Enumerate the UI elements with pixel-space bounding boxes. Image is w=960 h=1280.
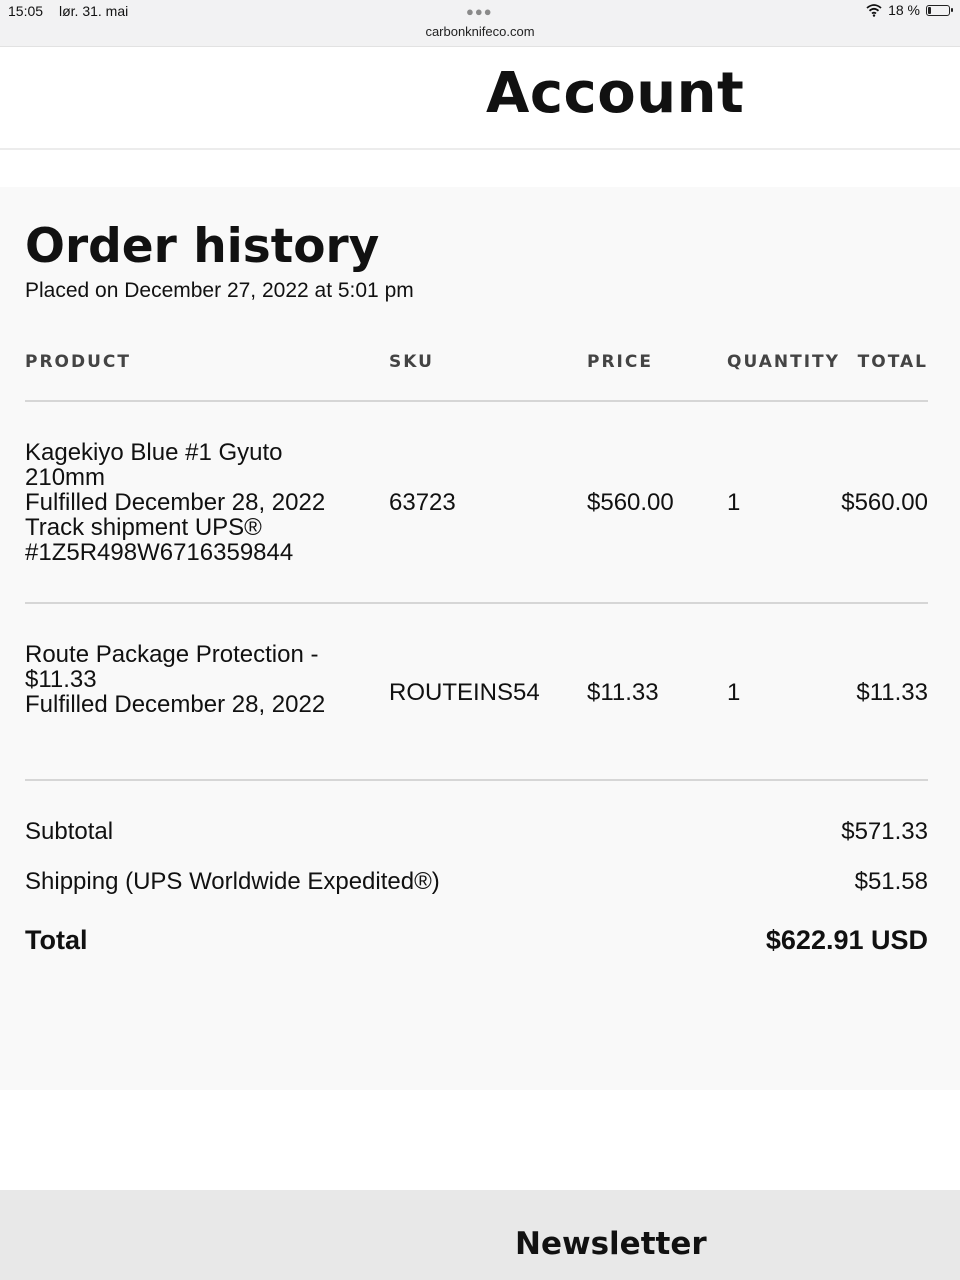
order-placed-date: Placed on December 27, 2022 at 5:01 pm bbox=[25, 279, 414, 302]
page-title: Account bbox=[486, 61, 745, 126]
table-divider bbox=[25, 779, 928, 781]
col-header-total: TOTAL bbox=[857, 352, 928, 372]
battery-level bbox=[928, 6, 931, 14]
fulfillment-status: Fulfilled December 28, 2022 bbox=[25, 691, 326, 718]
status-bar: 15:05 lør. 31. mai ●●● carbonknifeco.com… bbox=[0, 0, 960, 47]
subtotal-label: Subtotal bbox=[25, 818, 114, 845]
more-dots-icon[interactable]: ●●● bbox=[466, 4, 493, 19]
table-divider bbox=[25, 602, 928, 604]
subtotal-value: $571.33 bbox=[841, 818, 928, 845]
price-cell: $11.33 bbox=[587, 679, 659, 706]
shipping-value: $51.58 bbox=[854, 868, 928, 895]
table-divider bbox=[25, 400, 928, 402]
wifi-icon bbox=[866, 4, 882, 17]
battery-icon bbox=[926, 4, 953, 16]
status-indicators: 18 % bbox=[866, 2, 953, 18]
total-value: $622.91 USD bbox=[765, 925, 928, 955]
product-cell: Kagekiyo Blue #1 Gyuto 210mm Fulfilled D… bbox=[25, 440, 355, 565]
col-header-sku: SKU bbox=[389, 352, 434, 372]
product-cell: Route Package Protection - $11.33 Fulfil… bbox=[25, 642, 355, 717]
sku-cell: 63723 bbox=[389, 489, 456, 516]
shipping-label: Shipping (UPS Worldwide Expedited®) bbox=[25, 868, 440, 895]
price-cell: $560.00 bbox=[587, 489, 674, 516]
quantity-cell: 1 bbox=[727, 489, 741, 516]
battery-percent: 18 % bbox=[888, 2, 920, 18]
quantity-cell: 1 bbox=[727, 679, 741, 706]
col-header-product: PRODUCT bbox=[25, 352, 131, 372]
order-history-title: Order history bbox=[25, 219, 380, 274]
newsletter-title: Newsletter bbox=[515, 1226, 707, 1262]
fulfillment-status[interactable]: Fulfilled December 28, 2022 Track shipme… bbox=[25, 490, 355, 565]
product-name: Route Package Protection - $11.33 bbox=[25, 641, 319, 693]
total-cell: $11.33 bbox=[856, 679, 928, 706]
footer: Newsletter bbox=[0, 1190, 960, 1280]
order-history-panel: Order history Placed on December 27, 202… bbox=[0, 187, 960, 1090]
sku-cell: ROUTEINS54 bbox=[389, 679, 540, 706]
total-label: Total bbox=[25, 925, 88, 955]
status-time: 15:05 bbox=[8, 3, 44, 19]
status-date: lør. 31. mai bbox=[59, 3, 129, 19]
page-header: Account bbox=[0, 47, 960, 150]
address-bar-url[interactable]: carbonknifeco.com bbox=[0, 24, 960, 39]
total-cell: $560.00 bbox=[841, 489, 928, 516]
product-name[interactable]: Kagekiyo Blue #1 Gyuto 210mm bbox=[25, 440, 355, 490]
col-header-price: PRICE bbox=[587, 352, 653, 372]
col-header-quantity: QUANTITY bbox=[727, 352, 840, 372]
